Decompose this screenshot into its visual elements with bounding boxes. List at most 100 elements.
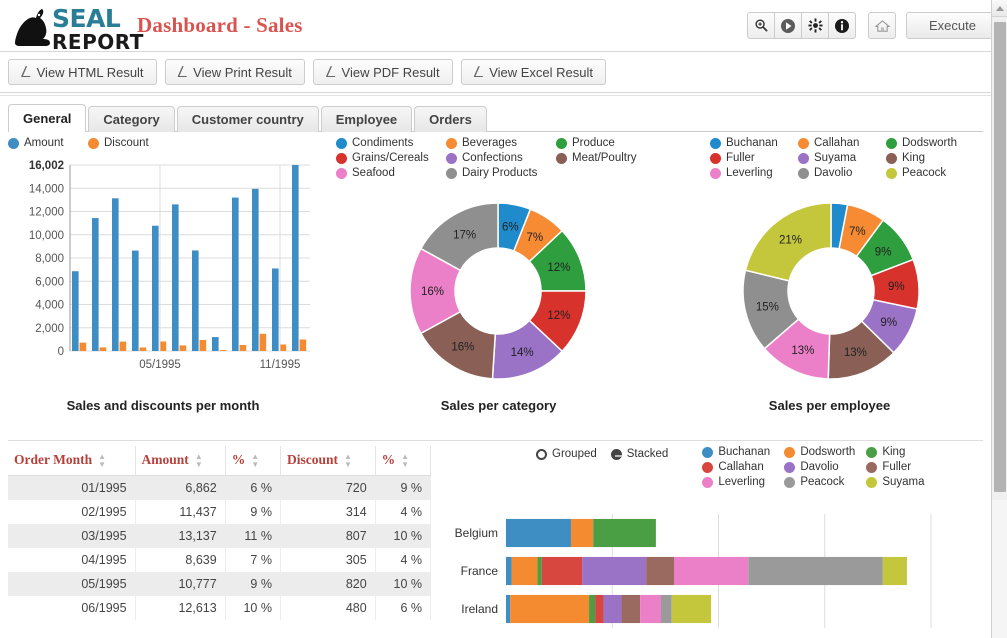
- table-row[interactable]: 01/19956,8626 %7209 %: [8, 475, 431, 500]
- scrollbar-thumb[interactable]: [994, 22, 1006, 492]
- view-pdf-result-button[interactable]: ⎳ View PDF Result: [313, 59, 453, 85]
- legend-item[interactable]: Fuller: [866, 461, 948, 473]
- country-employee-chart: Grouped Stacked Buchanan DodsworthKing Cal…: [448, 446, 983, 638]
- stacked-radio-option[interactable]: Stacked: [611, 448, 669, 460]
- header-divider: [0, 51, 1007, 52]
- seal-report-logo[interactable]: SEAL REPORT: [12, 4, 134, 49]
- legend-item[interactable]: Seafood: [336, 167, 446, 179]
- logo-seal-text: SEAL: [52, 6, 144, 31]
- table-cell: 305: [280, 548, 375, 572]
- legend-label: Buchanan: [718, 446, 770, 458]
- svg-text:9%: 9%: [888, 281, 905, 293]
- information-icon[interactable]: [828, 12, 856, 39]
- legend-color-dot-icon: [784, 477, 795, 488]
- svg-text:Belgium: Belgium: [455, 526, 498, 540]
- tab-category[interactable]: Category: [88, 106, 174, 132]
- sort-arrows-icon[interactable]: ▲▼: [98, 453, 106, 469]
- table-header-amount-1[interactable]: Amount▲▼: [135, 446, 225, 475]
- svg-text:16,002: 16,002: [29, 160, 64, 172]
- sort-arrows-icon[interactable]: ▲▼: [195, 453, 203, 469]
- legend-item[interactable]: Buchanan: [710, 137, 798, 149]
- execute-button[interactable]: Execute: [906, 12, 999, 39]
- legend-item[interactable]: King: [866, 446, 948, 458]
- legend-item[interactable]: King: [886, 152, 974, 164]
- table-header---2[interactable]: %▲▼: [225, 446, 280, 475]
- legend-label: Peacock: [800, 476, 844, 488]
- toolbar-divider: [0, 92, 991, 93]
- legend-item[interactable]: Callahan: [798, 137, 886, 149]
- zoom-search-icon[interactable]: [747, 12, 775, 39]
- table-row[interactable]: 03/199513,13711 %80710 %: [8, 524, 431, 548]
- table-header---4[interactable]: %▲▼: [375, 446, 430, 475]
- table-cell: 9 %: [225, 572, 280, 596]
- legend-item[interactable]: Dairy Products: [446, 167, 556, 179]
- legend-item[interactable]: Leverling: [702, 476, 784, 488]
- legend-item[interactable]: Beverages: [446, 137, 556, 149]
- sort-arrows-icon[interactable]: ▲▼: [344, 453, 352, 469]
- legend-item[interactable]: Callahan: [702, 461, 784, 473]
- execute-play-icon[interactable]: [774, 12, 802, 39]
- settings-gear-icon[interactable]: [801, 12, 829, 39]
- legend-item[interactable]: Davolio: [784, 461, 866, 473]
- legend-item[interactable]: Leverling: [710, 167, 798, 179]
- legend-color-dot-icon: [798, 168, 809, 179]
- legend-item[interactable]: Dodsworth: [886, 137, 974, 149]
- tab-employee[interactable]: Employee: [321, 106, 412, 132]
- legend-item[interactable]: Peacock: [886, 167, 974, 179]
- svg-text:13%: 13%: [844, 347, 867, 359]
- tab-general[interactable]: General: [8, 104, 86, 132]
- table-cell: 6,862: [135, 475, 225, 500]
- sort-arrows-icon[interactable]: ▲▼: [251, 453, 259, 469]
- legend-item[interactable]: Davolio: [798, 167, 886, 179]
- table-row[interactable]: 04/19958,6397 %3054 %: [8, 548, 431, 572]
- svg-text:16%: 16%: [421, 286, 444, 298]
- table-body: 01/19956,8626 %7209 %02/199511,4379 %314…: [8, 475, 431, 620]
- legend-item[interactable]: Amount: [8, 137, 88, 149]
- legend-label: Grains/Cereals: [352, 152, 429, 164]
- legend-item[interactable]: Dodsworth: [784, 446, 866, 458]
- bar-chart-title: Sales and discounts per month: [8, 398, 318, 413]
- view-print-result-button[interactable]: ⎳ View Print Result: [165, 59, 305, 85]
- legend-item[interactable]: Buchanan: [702, 446, 784, 458]
- legend-color-dot-icon: [336, 168, 347, 179]
- legend-item[interactable]: Condiments: [336, 137, 446, 149]
- legend-label: Dairy Products: [462, 167, 537, 179]
- table-header-row: Order Month▲▼Amount▲▼%▲▼Discount▲▼%▲▼: [8, 446, 431, 475]
- sort-arrows-icon[interactable]: ▲▼: [401, 453, 409, 469]
- legend-item[interactable]: Suyama: [798, 152, 886, 164]
- scroll-up-arrow-icon[interactable]: [992, 0, 1007, 17]
- table-cell: 6 %: [375, 596, 430, 620]
- view-print-result-label: View Print Result: [193, 65, 292, 80]
- legend-item[interactable]: Discount: [88, 137, 168, 149]
- table-row[interactable]: 02/199511,4379 %3144 %: [8, 500, 431, 524]
- top-chart-panel: AmountDiscount 02,0004,0006,0008,00010,0…: [8, 133, 983, 438]
- legend-color-dot-icon: [866, 447, 877, 458]
- svg-text:21%: 21%: [779, 235, 802, 247]
- vertical-scrollbar[interactable]: [991, 0, 1007, 638]
- table-header-order-month-0[interactable]: Order Month▲▼: [8, 446, 135, 475]
- legend-item[interactable]: Confections: [446, 152, 556, 164]
- legend-item[interactable]: Meat/Poultry: [556, 152, 666, 164]
- table-row[interactable]: 06/199512,61310 %4806 %: [8, 596, 431, 620]
- legend-label: Suyama: [814, 152, 856, 164]
- legend-label: Callahan: [814, 137, 859, 149]
- scrollbar-track[interactable]: [992, 500, 1007, 638]
- view-html-result-button[interactable]: ⎳ View HTML Result: [8, 59, 157, 85]
- table-cell: 10 %: [225, 596, 280, 620]
- grouped-radio-option[interactable]: Grouped: [536, 448, 597, 460]
- tab-orders[interactable]: Orders: [414, 106, 487, 132]
- legend-item[interactable]: Produce: [556, 137, 666, 149]
- legend-item[interactable]: Peacock: [784, 476, 866, 488]
- legend-item[interactable]: Fuller: [710, 152, 798, 164]
- legend-item[interactable]: Grains/Cereals: [336, 152, 446, 164]
- home-icon[interactable]: [868, 12, 896, 39]
- legend-item[interactable]: Suyama: [866, 476, 948, 488]
- legend-color-dot-icon: [556, 138, 567, 149]
- external-window-icon: ⎳: [474, 66, 484, 79]
- view-excel-result-button[interactable]: ⎳ View Excel Result: [461, 59, 606, 85]
- tab-customer-country[interactable]: Customer country: [177, 106, 319, 132]
- sales-table: Order Month▲▼Amount▲▼%▲▼Discount▲▼%▲▼ 01…: [8, 446, 431, 620]
- table-header-discount-3[interactable]: Discount▲▼: [280, 446, 375, 475]
- table-row[interactable]: 05/199510,7779 %82010 %: [8, 572, 431, 596]
- legend-label: Beverages: [462, 137, 517, 149]
